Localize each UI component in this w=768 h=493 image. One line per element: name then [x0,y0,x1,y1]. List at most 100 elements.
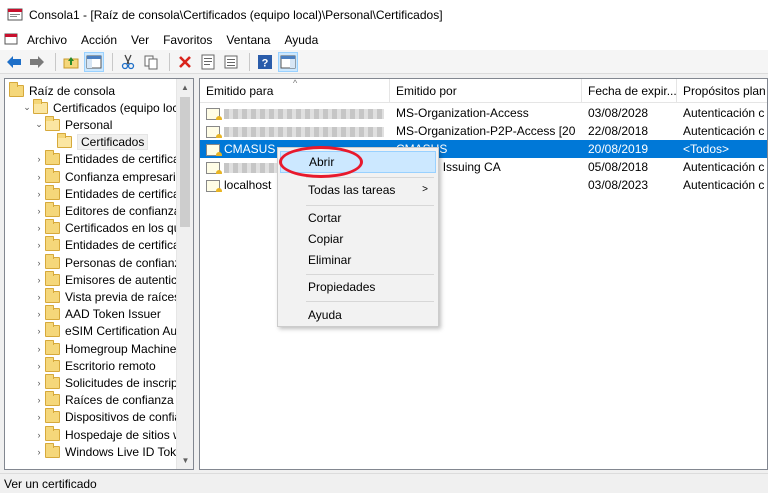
column-header-expiration[interactable]: Fecha de expir... [582,79,677,103]
column-header-issued-by[interactable]: Emitido por [390,79,582,103]
expand-chevron-icon[interactable]: › [33,395,45,405]
folder-icon [45,425,60,441]
redacted-text [224,162,279,173]
menu-ventana[interactable]: Ventana [219,31,277,49]
tree-item[interactable]: › Personas de confianza [33,253,187,271]
up-folder-icon[interactable] [61,52,81,72]
menu-accion[interactable]: Acción [74,31,124,49]
mmc-console-icon [7,7,23,23]
back-arrow-icon[interactable] [4,52,24,72]
expand-chevron-icon[interactable]: › [33,223,45,233]
console-tree-pane[interactable]: Raíz de consola ⌄ Certificados (equipo loc… [4,78,194,470]
tree-item[interactable]: › Emisores de autenticación [33,270,193,288]
cell-text: 03/08/2023 [588,178,649,192]
menu-archivo[interactable]: Archivo [20,31,74,49]
tree-item[interactable]: › Hospedaje de sitios web [33,425,193,443]
expand-chevron-icon[interactable]: › [33,309,45,319]
expand-chevron-icon[interactable]: › [33,240,45,250]
collapse-chevron-icon[interactable]: ⌄ [21,102,33,113]
tree-item[interactable]: › Dispositivos de confianza [33,408,193,426]
expand-chevron-icon[interactable]: › [33,275,45,285]
tree-item[interactable]: › Homegroup Machine C [33,339,189,357]
delete-icon[interactable] [175,52,195,72]
context-menu-eliminar[interactable]: Eliminar [280,249,436,271]
table-cell-issued-by: MS-Organization-P2P-Access [20 [390,124,582,138]
tree-item[interactable]: › Vista previa de raíces de [33,287,193,305]
column-header-issued-to[interactable]: ^ Emitido para [200,79,390,103]
tree-item[interactable]: ⌄ Personal [33,115,112,133]
context-menu-ayuda[interactable]: Ayuda [280,304,436,326]
expand-chevron-icon[interactable]: › [33,258,45,268]
context-menu-copiar[interactable]: Copiar [280,228,436,250]
expand-chevron-icon[interactable]: › [33,154,45,164]
tree-item[interactable]: › Raíces de confianza de [33,391,190,409]
tree-item[interactable]: › Solicitudes de inscripción [33,373,194,391]
menu-separator [306,301,434,302]
expand-chevron-icon[interactable]: › [33,412,45,422]
tree-item[interactable]: › Windows Live ID Token [33,442,190,460]
cell-text: Autenticación c [683,106,765,120]
expand-chevron-icon[interactable]: › [33,172,45,182]
tree-item-label: Homegroup Machine C [65,341,189,356]
expand-chevron-icon[interactable]: › [33,292,45,302]
help-icon[interactable]: ? [255,52,275,72]
show-action-pane-icon[interactable] [278,51,298,72]
column-header-purposes[interactable]: Propósitos plan [677,79,767,103]
menu-favoritos[interactable]: Favoritos [156,31,219,49]
table-cell-expires: 20/08/2019 [582,142,677,156]
tree-item[interactable]: › eSIM Certification Auth [33,322,187,340]
expand-chevron-icon[interactable]: › [33,447,45,457]
menu-ver[interactable]: Ver [124,31,156,49]
folder-icon [9,81,24,97]
submenu-arrow-icon: > [422,184,428,195]
context-menu-abrir[interactable]: Abrir [280,151,436,173]
tree-item[interactable]: › Certificados en los que [33,219,187,237]
tree-item[interactable]: › Entidades de certificación [33,236,193,254]
properties-icon[interactable] [198,52,218,72]
expand-chevron-icon[interactable]: › [33,206,45,216]
folder-icon [45,373,60,389]
tree-item-label: Solicitudes de inscripción [65,375,194,390]
tree-item[interactable]: Certificados [45,133,149,151]
table-cell-purposes: Autenticación c [677,160,767,174]
tree-item[interactable]: › AAD Token Issuer [33,305,161,323]
table-cell-issued-by: MS-Organization-Access [390,106,582,120]
table-row[interactable]: MS-Organization-P2P-Access [20 22/08/2018… [200,122,767,140]
scroll-thumb[interactable] [180,97,190,227]
toolbar: ? [0,50,768,74]
table-row[interactable]: MS-Organization-Access 03/08/2028 Autentic… [200,104,767,122]
scroll-down-arrow-icon[interactable]: ▼ [177,452,193,469]
folder-icon [45,115,60,131]
tree-item[interactable]: ⌄ Certificados (equipo local) [21,98,192,116]
context-menu-todas-las-tareas[interactable]: Todas las tareas > [280,179,436,201]
forward-arrow-icon[interactable] [27,52,47,72]
tree-item[interactable]: › Escritorio remoto [33,356,156,374]
export-list-icon[interactable] [221,52,241,72]
menu-ayuda[interactable]: Ayuda [277,31,325,49]
context-menu-cortar[interactable]: Cortar [280,207,436,229]
tree-item[interactable]: Raíz de consola [9,81,116,99]
expand-chevron-icon[interactable]: › [33,344,45,354]
context-menu-propiedades[interactable]: Propiedades [280,276,436,298]
expand-chevron-icon[interactable]: › [33,189,45,199]
menu-separator [306,177,434,178]
cell-text: <Todos> [683,142,730,156]
collapse-chevron-icon[interactable]: ⌄ [33,119,45,130]
scroll-up-arrow-icon[interactable]: ▲ [177,79,193,96]
tree-item[interactable]: › Entidades de certificación [33,150,193,168]
expand-chevron-icon[interactable]: › [33,430,45,440]
system-menu-icon[interactable] [4,33,18,47]
cut-icon[interactable] [118,52,138,72]
tree-item-label: Raíz de consola [29,83,116,98]
expand-chevron-icon[interactable]: › [33,326,45,336]
tree-item[interactable]: › Entidades de certificación [33,184,193,202]
tree-item[interactable]: › Editores de confianza [33,201,180,219]
show-hide-tree-icon[interactable] [84,51,104,72]
tree-vertical-scrollbar[interactable]: ▲ ▼ [176,79,193,469]
cell-text: CMASUS [224,142,276,156]
copy-icon[interactable] [141,52,161,72]
tree-item[interactable]: › Confianza empresarial [33,167,185,185]
expand-chevron-icon[interactable]: › [33,361,45,371]
toolbar-separator [249,52,250,71]
expand-chevron-icon[interactable]: › [33,378,45,388]
